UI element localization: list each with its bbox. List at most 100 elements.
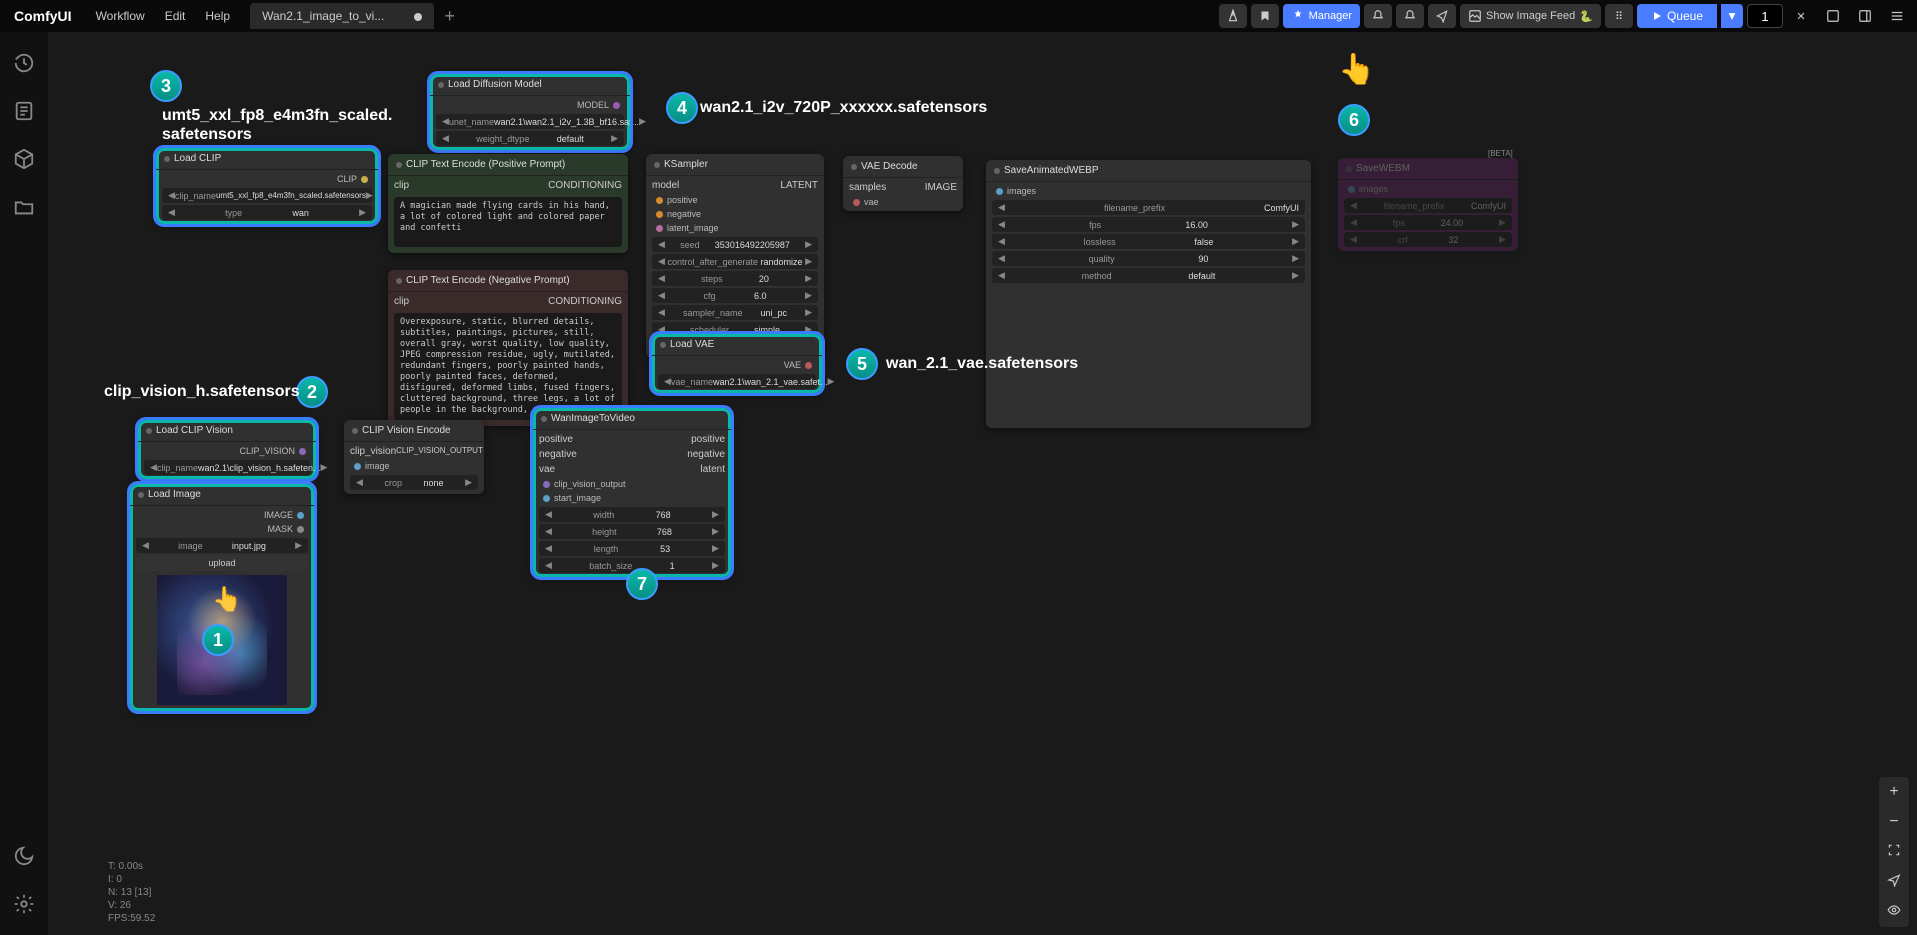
badge-6: 6 <box>1338 104 1370 136</box>
widget-lossless[interactable]: ◀losslessfalse▶ <box>992 234 1305 249</box>
navigate-button[interactable] <box>1879 867 1909 897</box>
widget-unet-name[interactable]: ◀unet_namewan2.1\wan2.1_i2v_1.3B_bf16.sa… <box>436 114 624 129</box>
canvas-stats: T: 0.00s I: 0 N: 13 [13] V: 26 FPS:59.52 <box>108 860 155 925</box>
widget-clip-name[interactable]: ◀clip_nameumt5_xxl_fp8_e4m3fn_scaled.saf… <box>162 188 372 203</box>
badge-1: 1 <box>202 624 234 656</box>
history-icon[interactable] <box>13 52 35 74</box>
queue-dropdown[interactable]: ▾ <box>1721 4 1743 28</box>
widget-image[interactable]: ◀imageinput.jpg▶ <box>136 538 308 553</box>
annotation-3: umt5_xxl_fp8_e4m3fn_scaled. safetensors <box>162 106 392 144</box>
panel-left-icon[interactable] <box>1819 4 1847 28</box>
port-cond-out: CONDITIONING <box>548 296 622 307</box>
bell-icon-2[interactable] <box>1396 4 1424 28</box>
menu-help[interactable]: Help <box>195 9 240 23</box>
widget-sampler-name[interactable]: ◀sampler_nameuni_pc▶ <box>652 305 818 320</box>
stat-t: T: 0.00s <box>108 860 155 873</box>
widget-clip-type[interactable]: ◀typewan▶ <box>162 205 372 220</box>
widget-fps[interactable]: ◀fps24.00▶ <box>1344 215 1512 230</box>
port-vae: vae <box>864 197 879 207</box>
widget-steps[interactable]: ◀steps20▶ <box>652 271 818 286</box>
menu-workflow[interactable]: Workflow <box>86 9 155 23</box>
close-button[interactable]: ✕ <box>1787 4 1815 28</box>
node-load-clip-vision[interactable]: Load CLIP Vision CLIP_VISION ◀clip_namew… <box>138 420 316 479</box>
widget-crf[interactable]: ◀crf32▶ <box>1344 232 1512 247</box>
app-logo: ComfyUI <box>0 8 86 24</box>
eye-button[interactable] <box>1879 897 1909 927</box>
node-canvas[interactable]: Load Diffusion Model MODEL ◀unet_namewan… <box>48 32 1917 935</box>
port-negative-in: negative <box>539 449 577 460</box>
port-image: IMAGE <box>925 182 957 193</box>
panel-right-icon[interactable] <box>1851 4 1879 28</box>
node-save-animated-webp[interactable]: SaveAnimatedWEBP images ◀filename_prefix… <box>986 160 1311 428</box>
fit-button[interactable] <box>1879 837 1909 867</box>
node-title: WanImageToVideo <box>551 413 635 424</box>
node-title: CLIP Text Encode (Positive Prompt) <box>406 159 565 170</box>
port-vae: VAE <box>784 360 801 370</box>
negative-prompt-text[interactable]: Overexposure, static, blurred details, s… <box>394 313 622 420</box>
node-load-diffusion-model[interactable]: Load Diffusion Model MODEL ◀unet_namewan… <box>430 74 630 150</box>
node-clip-text-encode-positive[interactable]: CLIP Text Encode (Positive Prompt) clip … <box>388 154 628 253</box>
port-images: images <box>1359 184 1388 194</box>
node-load-clip[interactable]: Load CLIP CLIP ◀clip_nameumt5_xxl_fp8_e4… <box>156 148 378 224</box>
node-load-vae[interactable]: Load VAE VAE ◀vae_namewan2.1\wan_2.1_vae… <box>652 334 822 393</box>
widget-control-after-generate[interactable]: ◀control_after_generaterandomize▶ <box>652 254 818 269</box>
bell-icon-1[interactable] <box>1364 4 1392 28</box>
bookmark-icon[interactable] <box>1251 4 1279 28</box>
node-clip-vision-encode[interactable]: CLIP Vision Encode clip_vision CLIP_VISI… <box>344 420 484 494</box>
port-images: images <box>1007 186 1036 196</box>
notes-icon[interactable] <box>13 100 35 122</box>
widget-height[interactable]: ◀height768▶ <box>539 524 725 539</box>
zoom-in-button[interactable]: + <box>1879 777 1909 807</box>
badge-7: 7 <box>626 568 658 600</box>
node-save-webm[interactable]: SaveWEBM images ◀filename_prefixComfyUI … <box>1338 158 1518 251</box>
share-icon[interactable] <box>1428 4 1456 28</box>
upload-button[interactable]: upload <box>136 555 308 571</box>
stat-n: N: 13 [13] <box>108 886 155 899</box>
grid-icon[interactable]: ⠿ <box>1605 4 1633 28</box>
metronome-icon[interactable] <box>1219 4 1247 28</box>
add-tab-button[interactable]: + <box>434 6 465 27</box>
widget-filename-prefix[interactable]: ◀filename_prefixComfyUI <box>992 200 1305 215</box>
widget-cfg[interactable]: ◀cfg6.0▶ <box>652 288 818 303</box>
package-icon[interactable] <box>13 148 35 170</box>
tab-title: Wan2.1_image_to_vi... <box>262 9 384 23</box>
widget-seed[interactable]: ◀seed353016492205987▶ <box>652 237 818 252</box>
menu-edit[interactable]: Edit <box>155 9 196 23</box>
widget-crop[interactable]: ◀cropnone▶ <box>350 475 478 490</box>
port-latent: LATENT <box>780 180 818 191</box>
node-ksampler[interactable]: KSampler model LATENT positive negative … <box>646 154 824 358</box>
widget-quality[interactable]: ◀quality90▶ <box>992 251 1305 266</box>
hamburger-icon[interactable] <box>1883 4 1911 28</box>
widget-length[interactable]: ◀length53▶ <box>539 541 725 556</box>
queue-count-input[interactable] <box>1747 4 1783 28</box>
widget-filename-prefix[interactable]: ◀filename_prefixComfyUI <box>1344 198 1512 213</box>
zoom-out-button[interactable]: − <box>1879 807 1909 837</box>
node-title: Load CLIP Vision <box>156 425 233 436</box>
annotation-4: wan2.1_i2v_720P_xxxxxx.safetensors <box>700 98 987 117</box>
widget-fps[interactable]: ◀fps16.00▶ <box>992 217 1305 232</box>
workflow-tab[interactable]: Wan2.1_image_to_vi... <box>250 3 434 29</box>
queue-label: Queue <box>1667 9 1703 23</box>
widget-clip-vision-name[interactable]: ◀clip_namewan2.1\clip_vision_h.safeten..… <box>144 460 310 475</box>
port-clip-vision: CLIP_VISION <box>239 446 295 456</box>
port-clip-in: clip <box>394 180 409 191</box>
moon-icon[interactable] <box>13 845 35 867</box>
show-image-feed-button[interactable]: Show Image Feed 🐍 <box>1460 4 1601 28</box>
folder-icon[interactable] <box>13 196 35 218</box>
manager-button[interactable]: Manager <box>1283 4 1360 28</box>
node-load-image[interactable]: Load Image IMAGE MASK ◀imageinput.jpg▶ u… <box>130 484 314 711</box>
port-image: IMAGE <box>264 510 293 520</box>
widget-width[interactable]: ◀width768▶ <box>539 507 725 522</box>
positive-prompt-text[interactable]: A magician made flying cards in his hand… <box>394 197 622 247</box>
queue-button[interactable]: Queue <box>1637 4 1717 28</box>
node-clip-text-encode-negative[interactable]: CLIP Text Encode (Negative Prompt) clip … <box>388 270 628 426</box>
annotation-2: clip_vision_h.safetensors <box>104 382 300 401</box>
gear-icon[interactable] <box>13 893 35 915</box>
widget-vae-name[interactable]: ◀vae_namewan2.1\wan_2.1_vae.safet...▶ <box>658 374 816 389</box>
port-positive-in: positive <box>539 434 573 445</box>
beta-label: [BETA] <box>1488 149 1513 158</box>
widget-weight-dtype[interactable]: ◀weight_dtypedefault▶ <box>436 131 624 146</box>
widget-method[interactable]: ◀methoddefault▶ <box>992 268 1305 283</box>
node-wan-image-to-video[interactable]: WanImageToVideo positive positive negati… <box>533 408 731 577</box>
node-vae-decode[interactable]: VAE Decode samples IMAGE vae <box>843 156 963 211</box>
